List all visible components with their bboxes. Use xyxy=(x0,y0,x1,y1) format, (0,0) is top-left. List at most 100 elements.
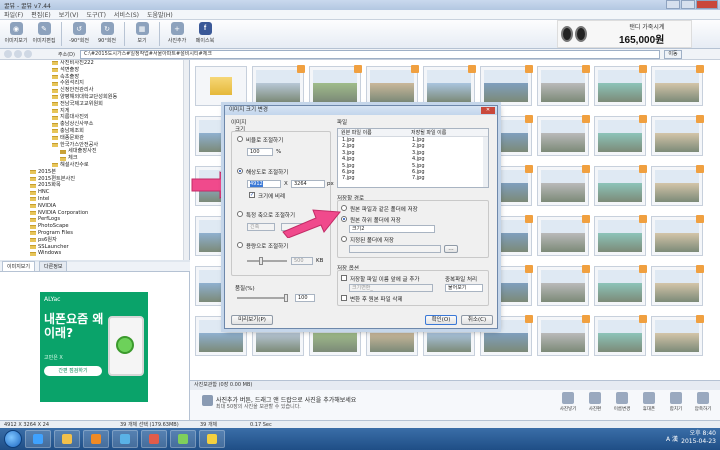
image-thumbnail[interactable] xyxy=(651,315,704,356)
tree-item[interactable]: 석면출장 xyxy=(0,67,189,74)
ratio-input[interactable]: 100 xyxy=(247,148,273,156)
subfolder-input[interactable]: 크기2 xyxy=(349,225,435,233)
view-mode-button[interactable]: ▦ 보기 xyxy=(128,20,156,48)
menu-view[interactable]: 보기(V) xyxy=(59,10,79,19)
image-thumbnail[interactable] xyxy=(537,215,590,256)
rename-button[interactable]: 이름변경 xyxy=(611,392,633,412)
custom-folder-input[interactable] xyxy=(349,245,441,253)
taskbar-media[interactable] xyxy=(83,430,109,448)
taskbar-app-3[interactable] xyxy=(170,430,196,448)
tree-item[interactable]: 2015화목 xyxy=(0,182,189,189)
tree-item[interactable]: 충남상신사무소 xyxy=(0,121,189,128)
tree-item[interactable]: 양평해외대학교단성회원동 xyxy=(0,94,189,101)
tab-other-info[interactable]: 다른정보 xyxy=(39,261,68,272)
preview-button[interactable]: 미리보기(P) xyxy=(231,315,273,325)
add-photo-button[interactable]: + 사진추가 xyxy=(163,20,191,48)
tree-item[interactable]: 지게 xyxy=(0,108,189,115)
browse-folder-button[interactable]: … xyxy=(444,245,458,253)
cancel-button[interactable]: 취소(C) xyxy=(461,315,493,325)
image-thumbnail[interactable] xyxy=(366,65,419,106)
maximize-button[interactable] xyxy=(681,0,695,9)
delete-original-checkbox[interactable] xyxy=(341,295,347,301)
tree-item[interactable]: PerfLogs xyxy=(0,216,189,223)
height-input[interactable]: 3264 xyxy=(291,180,325,188)
ok-button[interactable]: 확인(O) xyxy=(425,315,457,325)
view-image-button[interactable]: ◉ 이미지보기 xyxy=(2,20,30,48)
image-thumbnail[interactable] xyxy=(651,65,704,106)
watch-ad[interactable]: 탠디 가죽시계 165,000원 xyxy=(557,20,692,48)
clock[interactable]: 오후 8:40 2015-04-23 xyxy=(681,430,716,446)
language-indicator[interactable]: A 漢 xyxy=(666,434,678,443)
image-thumbnail[interactable] xyxy=(423,65,476,106)
address-input[interactable]: C:\#2015도시가스#일정작업#서울아파트#설비시티#체크 xyxy=(80,49,660,59)
image-thumbnail[interactable] xyxy=(594,215,647,256)
go-button[interactable]: 이동 xyxy=(664,49,682,59)
minimize-button[interactable] xyxy=(666,0,680,9)
start-button[interactable] xyxy=(4,430,22,448)
image-thumbnail[interactable] xyxy=(537,65,590,106)
tree-item[interactable]: 사진비사진222 xyxy=(0,60,189,67)
tree-item[interactable]: NVIDIA xyxy=(0,203,189,210)
image-thumbnail[interactable] xyxy=(537,115,590,156)
image-thumbnail[interactable] xyxy=(651,115,704,156)
tree-scrollbar[interactable] xyxy=(183,60,189,260)
menu-edit[interactable]: 편집(E) xyxy=(31,10,51,19)
menu-tools[interactable]: 도구(T) xyxy=(87,10,106,19)
capacity-radio[interactable] xyxy=(237,242,243,248)
image-thumbnail[interactable] xyxy=(594,65,647,106)
merge-button[interactable]: 합치기 xyxy=(665,392,687,412)
back-icon[interactable] xyxy=(4,50,12,58)
capacity-input[interactable]: 500 xyxy=(291,257,313,265)
tab-image-view[interactable]: 이미지보기 xyxy=(2,261,36,272)
width-input[interactable]: 4912 xyxy=(247,180,281,188)
resolution-radio[interactable] xyxy=(237,168,243,174)
tree-item[interactable]: 신정안전관리사 xyxy=(0,87,189,94)
tree-item[interactable]: 전남국제고교위원회 xyxy=(0,101,189,108)
quality-slider-knob[interactable] xyxy=(284,294,288,302)
tree-item[interactable]: SSLauncher xyxy=(0,244,189,251)
menu-file[interactable]: 파일(F) xyxy=(4,10,23,19)
menu-service[interactable]: 서비스(S) xyxy=(114,10,139,19)
tree-item[interactable]: 세대출장사진 xyxy=(0,148,189,155)
tree-item[interactable]: 지름대사진외 xyxy=(0,114,189,121)
image-thumbnail[interactable] xyxy=(594,165,647,206)
suffix-checkbox[interactable] xyxy=(341,275,347,281)
side-select[interactable]: 긴축 xyxy=(247,223,275,231)
folder-thumbnail[interactable] xyxy=(195,66,247,106)
capacity-slider-knob[interactable] xyxy=(259,257,263,265)
file-list-scrollbar[interactable] xyxy=(483,137,488,187)
taskbar-explorer[interactable] xyxy=(54,430,80,448)
edit-image-button[interactable]: ✎ 이미지편집 xyxy=(30,20,58,48)
tree-item[interactable]: 태종문화관 xyxy=(0,135,189,142)
tree-item[interactable]: 2015본 xyxy=(0,169,189,176)
dup-select[interactable]: 물어보기 xyxy=(445,284,483,292)
photo-edit-button[interactable]: 사진편 xyxy=(584,392,606,412)
taskbar-ie[interactable] xyxy=(25,430,51,448)
image-thumbnail[interactable] xyxy=(537,315,590,356)
forward-icon[interactable] xyxy=(14,50,22,58)
image-thumbnail[interactable] xyxy=(480,65,533,106)
keep-ratio-checkbox[interactable]: ✓ xyxy=(249,192,255,198)
image-thumbnail[interactable] xyxy=(651,165,704,206)
tree-item[interactable]: PhotoScape xyxy=(0,223,189,230)
tree-item[interactable]: HNC xyxy=(0,189,189,196)
tree-item[interactable]: 2015편트본사진 xyxy=(0,176,189,183)
side-radio[interactable] xyxy=(237,211,243,217)
banner-cta-button[interactable]: 간편 점검하기 xyxy=(44,366,102,376)
col-new[interactable]: 저장될 파일 이름 xyxy=(408,129,478,136)
taskbar-app-2[interactable] xyxy=(141,430,167,448)
tree-item[interactable]: Program Files xyxy=(0,230,189,237)
file-row[interactable]: 7.jpg 7.jpg xyxy=(338,175,488,181)
image-thumbnail[interactable]: 크기2 xyxy=(252,65,305,113)
image-thumbnail[interactable] xyxy=(537,265,590,306)
suffix-input[interactable]: 크기변환_ xyxy=(349,284,433,292)
quality-slider[interactable] xyxy=(237,297,287,299)
rotate-right-button[interactable]: ↻ 90°회전 xyxy=(93,20,121,48)
tree-item[interactable]: 해설사진수로 xyxy=(0,162,189,169)
image-thumbnail[interactable] xyxy=(651,265,704,306)
image-thumbnail[interactable] xyxy=(594,315,647,356)
dialog-close-button[interactable]: ✕ xyxy=(481,107,495,114)
photo-insert-button[interactable]: 사진넣기 xyxy=(557,392,579,412)
tree-item[interactable]: 수원석리지 xyxy=(0,80,189,87)
image-thumbnail[interactable] xyxy=(651,215,704,256)
